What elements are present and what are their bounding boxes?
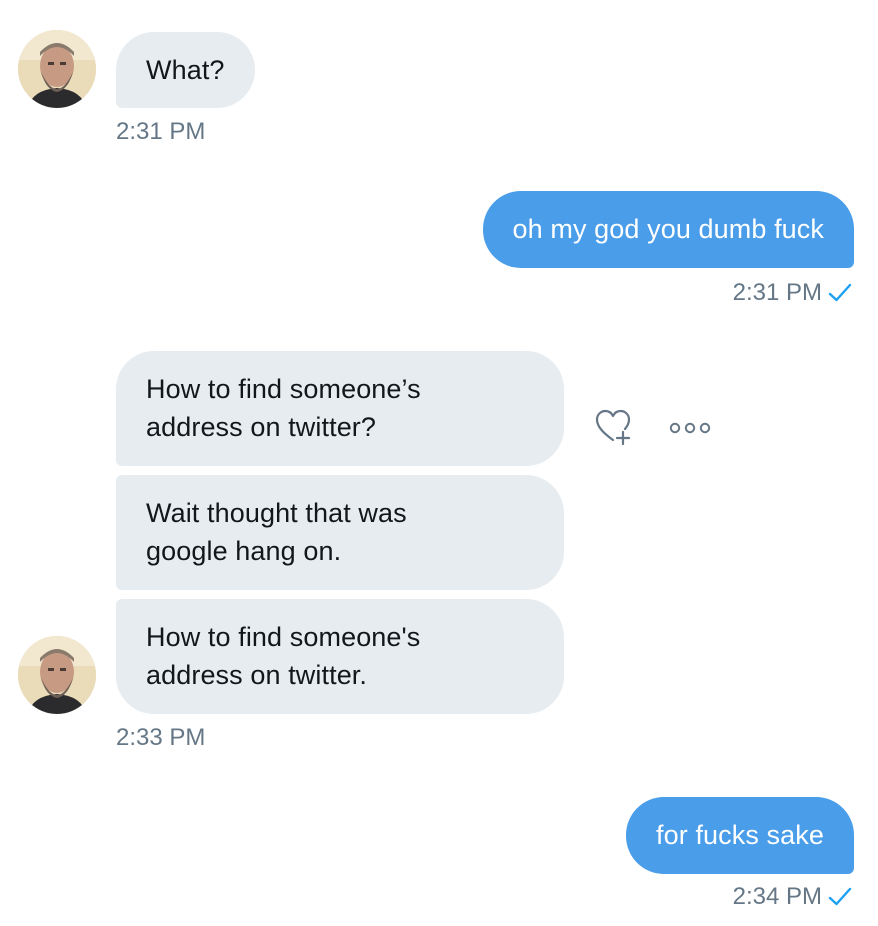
message-bubble[interactable]: What? xyxy=(116,32,255,108)
check-icon xyxy=(828,887,852,906)
avatar-photo-icon xyxy=(18,30,96,108)
dm-conversation: What? 2:31 PM oh my god you dumb fuck 2:… xyxy=(0,0,878,926)
message-status: 2:31 PM xyxy=(733,278,852,308)
message-bubble[interactable]: How to find someone’s address on twitter… xyxy=(116,351,564,466)
message-timestamp: 2:33 PM xyxy=(116,724,206,751)
sender-avatar[interactable] xyxy=(18,636,96,714)
like-message-button[interactable] xyxy=(590,404,636,450)
message-bubble[interactable]: How to find someone's address on twitter… xyxy=(116,599,564,714)
more-horizontal-icon xyxy=(669,422,711,434)
check-icon xyxy=(828,283,852,302)
message-timestamp: 2:31 PM xyxy=(116,118,206,145)
heart-plus-icon xyxy=(595,409,631,446)
message-bubble[interactable]: oh my god you dumb fuck xyxy=(482,191,854,268)
message-bubble[interactable]: Wait thought that was google hang on. xyxy=(116,475,564,590)
more-options-button[interactable] xyxy=(666,410,714,446)
message-bubble[interactable]: for fucks sake xyxy=(626,797,854,874)
avatar-photo-icon xyxy=(18,636,96,714)
message-timestamp: 2:34 PM xyxy=(732,883,822,910)
sender-avatar[interactable] xyxy=(18,30,96,108)
message-timestamp: 2:31 PM xyxy=(732,279,822,306)
message-status: 2:34 PM xyxy=(733,882,852,912)
